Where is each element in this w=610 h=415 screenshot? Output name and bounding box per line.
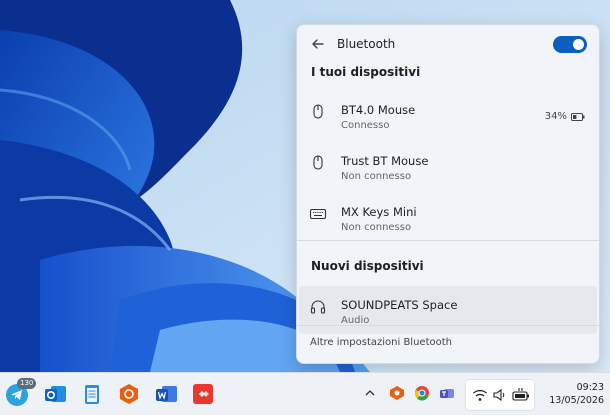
battery-level: 34% <box>545 111 585 122</box>
flyout-title: Bluetooth <box>337 37 396 51</box>
device-status: Connesso <box>341 120 390 131</box>
device-name: BT4.0 Mouse <box>341 103 416 117</box>
device-name: MX Keys Mini <box>341 205 417 219</box>
section-title-new-devices: Nuovi dispositivi <box>311 259 424 273</box>
keyboard-icon <box>309 208 327 220</box>
taskbar-app-telegram[interactable]: 130 <box>5 378 37 407</box>
flyout-header: Bluetooth <box>297 25 599 65</box>
chrome-icon[interactable] <box>414 385 430 401</box>
quick-settings-group[interactable] <box>465 379 535 411</box>
mouse-icon <box>313 155 323 170</box>
back-arrow-icon[interactable] <box>309 35 327 53</box>
bluetooth-toggle[interactable] <box>553 36 587 53</box>
battery-plug-icon <box>512 388 529 401</box>
unread-badge: 130 <box>17 378 37 389</box>
word-icon <box>156 386 177 402</box>
device-name: SOUNDPEATS Space <box>341 298 458 312</box>
device-item-bt40-mouse[interactable]: BT4.0 Mouse Connesso 34% <box>299 91 597 139</box>
taskbar-clock[interactable]: 09:23 13/05/2026 <box>538 381 604 407</box>
outlook-icon <box>45 386 66 402</box>
bluetooth-flyout: Bluetooth I tuoi dispositivi BT4.0 Mouse… <box>296 24 600 364</box>
teams-icon[interactable] <box>439 385 455 401</box>
device-item-mx-keys-mini[interactable]: MX Keys Mini Non connesso <box>299 193 597 241</box>
clock-date: 13/05/2026 <box>549 395 604 406</box>
device-status: Non connesso <box>341 171 412 182</box>
taskbar: 130 09:23 13/05/2026 <box>0 372 610 415</box>
notepad-icon <box>85 385 99 404</box>
office-addin-icon <box>120 384 138 404</box>
section-divider <box>297 240 599 241</box>
anydesk-tray-icon[interactable] <box>389 385 405 401</box>
taskbar-app-orange[interactable] <box>116 381 142 407</box>
taskbar-app-anydesk[interactable] <box>190 381 216 407</box>
battery-percent: 34% <box>544 111 567 122</box>
device-name: Trust BT Mouse <box>341 154 429 168</box>
chevron-up-icon[interactable] <box>362 385 378 401</box>
footer-divider <box>297 325 599 326</box>
anydesk-icon <box>193 384 213 404</box>
section-title-my-devices: I tuoi dispositivi <box>311 65 421 79</box>
battery-icon <box>571 112 585 121</box>
clock-time: 09:23 <box>576 382 604 393</box>
taskbar-app-word[interactable] <box>153 381 179 407</box>
device-status: Non connesso <box>341 222 412 233</box>
taskbar-app-outlook[interactable] <box>42 381 68 407</box>
headphones-icon <box>310 300 326 314</box>
wifi-icon <box>473 389 487 401</box>
taskbar-app-notepad[interactable] <box>79 381 105 407</box>
device-item-trust-bt-mouse[interactable]: Trust BT Mouse Non connesso <box>299 142 597 190</box>
device-item-soundpeats-space[interactable]: SOUNDPEATS Space Audio <box>299 286 597 334</box>
toggle-knob <box>573 39 584 50</box>
more-bluetooth-settings-link[interactable]: Altre impostazioni Bluetooth <box>310 337 452 348</box>
volume-icon <box>493 388 505 402</box>
mouse-icon <box>313 104 323 119</box>
